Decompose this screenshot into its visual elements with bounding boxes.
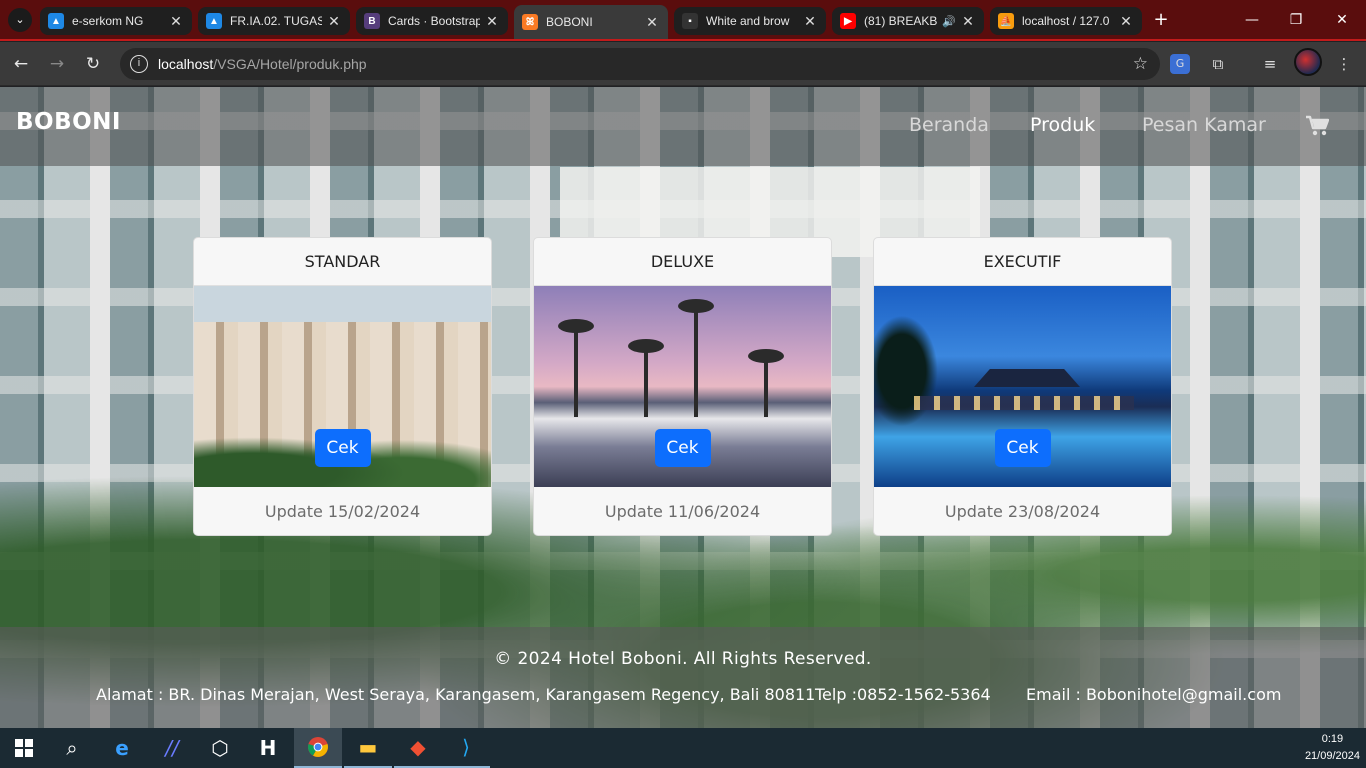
page-background: BOBONI Beranda Produk Pesan Kamar STANDA…	[0, 87, 1366, 728]
clock-time: 0:19	[1321, 733, 1344, 745]
vscode-icon[interactable]: ⟩	[442, 728, 490, 768]
palm-tree	[748, 349, 784, 417]
site-brand[interactable]: BOBONI	[16, 109, 121, 135]
card-update-text: Update 23/08/2024	[944, 502, 1101, 521]
room-image-executif: Cek	[874, 286, 1171, 487]
close-icon[interactable]: ✕	[168, 13, 184, 30]
tab-strip: ⌄ ▲ e-serkom NG ✕ ▲ FR.IA.02. TUGAS ✕ B …	[0, 0, 1366, 41]
windows-taskbar: ⌕ e // ⬡ H ▬ ◆ ⟩ 0:19 21/09/2024	[0, 728, 1366, 768]
explorer-icon[interactable]: ▬	[344, 728, 392, 768]
room-card-executif: EXECUTIF Cek Update 23/08/2024	[873, 237, 1172, 536]
forward-arrow-icon[interactable]: →	[44, 51, 70, 77]
new-tab-button[interactable]: +	[1150, 9, 1172, 31]
phpmyadmin-icon: ⛵	[998, 13, 1014, 29]
reload-icon[interactable]: ↻	[80, 51, 106, 77]
room-image-standar: Cek	[194, 286, 491, 487]
menu-dots-icon[interactable]: ⋮	[1332, 52, 1356, 76]
card-title: EXECUTIF	[874, 238, 1171, 286]
cart-icon[interactable]	[1305, 115, 1329, 137]
media-control-icon[interactable]: ≡	[1258, 52, 1282, 76]
tab-boboni[interactable]: ꕤ BOBONI ✕	[514, 5, 668, 39]
tab-cards-bootstrap[interactable]: B Cards · Bootstrap ✕	[356, 7, 508, 35]
bootstrap-icon: B	[364, 13, 380, 29]
nav-produk[interactable]: Produk	[1030, 114, 1095, 136]
room-card-deluxe: DELUXE Cek Update 11/06/2024	[533, 237, 832, 536]
nav-pesan-kamar[interactable]: Pesan Kamar	[1142, 114, 1266, 136]
close-window-button[interactable]: ✕	[1322, 8, 1362, 32]
tab-phpmyadmin[interactable]: ⛵ localhost / 127.0 ✕	[990, 7, 1142, 35]
footer-phone: Telp :0852-1562-5364	[815, 685, 991, 704]
speaker-icon[interactable]: 🔊	[942, 15, 956, 28]
git-icon[interactable]: ◆	[394, 728, 442, 768]
restore-button[interactable]: ❐	[1276, 8, 1316, 32]
card-update-text: Update 11/06/2024	[604, 502, 761, 521]
youtube-icon: ▶	[840, 13, 856, 29]
card-title: DELUXE	[534, 238, 831, 286]
url-path: /VSGA/Hotel/produk.php	[213, 56, 367, 72]
room-image-deluxe: Cek	[534, 286, 831, 487]
edge-icon[interactable]: e	[98, 728, 146, 768]
room-card-standar: STANDAR Cek Update 15/02/2024	[193, 237, 492, 536]
unity-icon[interactable]: ⬡	[196, 728, 244, 768]
close-icon[interactable]: ✕	[326, 13, 342, 30]
back-arrow-icon[interactable]: ←	[8, 51, 34, 77]
xampp-icon: ꕤ	[522, 14, 538, 30]
tab-white-and-brown[interactable]: ▪ White and brow ✕	[674, 7, 826, 35]
footer-address: Alamat : BR. Dinas Merajan, West Seraya,…	[96, 685, 816, 704]
site-footer: © 2024 Hotel Boboni. All Rights Reserved…	[0, 627, 1366, 728]
copyright-text: © 2024 Hotel Boboni. All Rights Reserved…	[494, 649, 872, 669]
cek-button[interactable]: Cek	[654, 429, 711, 467]
palm-tree	[558, 319, 594, 417]
card-update-text: Update 15/02/2024	[264, 502, 421, 521]
minimize-button[interactable]: —	[1232, 8, 1272, 32]
site-navbar: BOBONI Beranda Produk Pesan Kamar	[0, 87, 1366, 166]
vs-icon[interactable]: //	[148, 728, 196, 768]
card-title: STANDAR	[194, 238, 491, 286]
tree-silhouette	[874, 306, 944, 436]
triangle-logo-icon: ▲	[48, 13, 64, 29]
close-icon[interactable]: ✕	[960, 13, 976, 30]
browser-toolbar: ← → ↻ i localhost/VSGA/Hotel/produk.php …	[0, 42, 1366, 86]
profile-avatar[interactable]	[1294, 48, 1322, 76]
system-clock[interactable]: 0:19 21/09/2024	[1305, 731, 1360, 765]
site-info-icon[interactable]: i	[130, 55, 148, 73]
google-translate-icon[interactable]: G	[1170, 54, 1190, 74]
start-icon[interactable]	[0, 728, 48, 768]
cek-button[interactable]: Cek	[994, 429, 1051, 467]
extensions-icon[interactable]: ⧉	[1206, 52, 1230, 76]
tab-search-button[interactable]: ⌄	[8, 8, 32, 32]
tab-youtube[interactable]: ▶ (81) BREAKB 🔊 ✕	[832, 7, 984, 35]
heidi-icon[interactable]: H	[244, 728, 292, 768]
close-icon[interactable]: ✕	[644, 14, 660, 31]
close-icon[interactable]: ✕	[802, 13, 818, 30]
close-icon[interactable]: ✕	[484, 13, 500, 30]
clock-date: 21/09/2024	[1304, 750, 1360, 762]
palm-tree	[628, 339, 664, 417]
palm-tree	[678, 299, 714, 417]
nav-beranda[interactable]: Beranda	[909, 114, 989, 136]
cek-button[interactable]: Cek	[314, 429, 371, 467]
tab-e-serkom[interactable]: ▲ e-serkom NG ✕	[40, 7, 192, 35]
pavilion-roof	[974, 369, 1080, 387]
building-lights	[914, 396, 1134, 410]
bookmark-star-icon[interactable]: ☆	[1133, 54, 1148, 74]
footer-email: Email : Bobonihotel@gmail.com	[1026, 685, 1282, 704]
close-icon[interactable]: ✕	[1118, 13, 1134, 30]
search-icon[interactable]: ⌕	[48, 728, 96, 768]
image-thumb-icon: ▪	[682, 13, 698, 29]
tab-fr-ia[interactable]: ▲ FR.IA.02. TUGAS ✕	[198, 7, 350, 35]
chrome-icon[interactable]	[294, 728, 342, 768]
url-host: localhost	[158, 56, 214, 72]
triangle-logo-icon: ▲	[206, 13, 222, 29]
address-bar[interactable]: i localhost/VSGA/Hotel/produk.php ☆	[120, 48, 1160, 80]
